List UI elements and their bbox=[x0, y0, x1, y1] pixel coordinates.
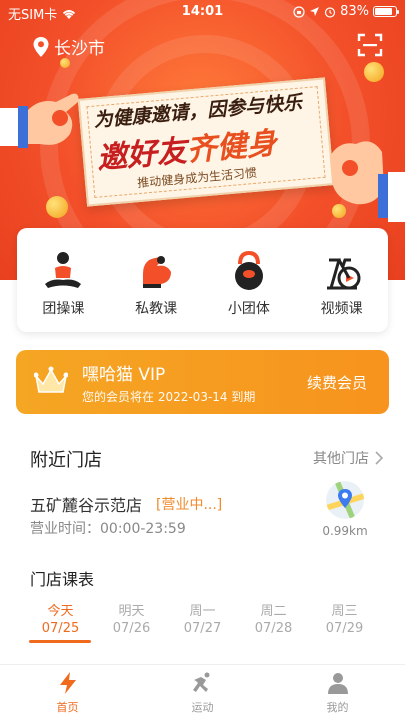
promo-slogan-part2: 齐健身 bbox=[185, 125, 278, 169]
right-hand-illustration bbox=[330, 141, 405, 222]
bottom-tab-bar: 首页 运动 我的 bbox=[0, 664, 405, 720]
date-tab-date: 07/25 bbox=[41, 621, 80, 636]
city-selector[interactable]: 长沙市 bbox=[32, 34, 105, 59]
date-tab-day: 周二 bbox=[260, 604, 287, 619]
city-label: 长沙市 bbox=[54, 39, 105, 59]
date-tab-day: 周三 bbox=[331, 604, 358, 619]
date-tab-date: 07/28 bbox=[254, 621, 293, 636]
date-tab-tuesday[interactable]: 周二 07/28 bbox=[238, 603, 309, 637]
date-tab-date: 07/29 bbox=[325, 621, 364, 636]
coin-decoration bbox=[46, 196, 68, 218]
other-stores-label: 其他门店 bbox=[313, 451, 369, 467]
orientation-lock-icon bbox=[293, 5, 305, 18]
coin-decoration bbox=[60, 58, 70, 68]
vip-title: 嘿哈猫 VIP bbox=[82, 365, 166, 385]
tab-label: 运动 bbox=[191, 700, 214, 714]
store-distance: 0.99km bbox=[322, 524, 368, 538]
date-tab-wednesday[interactable]: 周三 07/29 bbox=[309, 603, 380, 637]
tab-home[interactable]: 首页 bbox=[0, 665, 135, 720]
person-icon bbox=[327, 672, 348, 694]
category-small-group[interactable]: 小团体 bbox=[203, 228, 296, 332]
active-date-indicator bbox=[29, 640, 91, 643]
date-tab-date: 07/26 bbox=[112, 621, 151, 636]
status-bar: 无SIM卡 14:01 83% bbox=[0, 0, 405, 24]
tab-mine[interactable]: 我的 bbox=[270, 665, 405, 720]
category-group-class[interactable]: 团操课 bbox=[17, 228, 110, 332]
kettlebell-icon bbox=[234, 250, 263, 290]
other-stores-link[interactable]: 其他门店 bbox=[313, 448, 383, 468]
date-tab-today[interactable]: 今天 07/25 bbox=[25, 603, 96, 637]
tab-label: 我的 bbox=[326, 700, 349, 714]
nearby-stores-title: 附近门店 bbox=[30, 450, 102, 471]
battery-icon bbox=[373, 6, 399, 17]
date-tab-day: 周一 bbox=[189, 604, 216, 619]
category-label: 小团体 bbox=[227, 301, 270, 317]
store-schedule-title: 门店课表 bbox=[30, 570, 95, 589]
left-hand-illustration bbox=[0, 93, 79, 148]
promo-ticket: 为健康邀请，因参与快乐 邀好友齐健身 推动健身成为生活习惯 bbox=[77, 77, 335, 207]
chevron-right-icon bbox=[375, 451, 383, 465]
date-tab-date: 07/27 bbox=[183, 621, 222, 636]
date-tabs: 今天 07/25 明天 07/26 周一 07/27 周二 07/28 周三 0… bbox=[25, 603, 380, 637]
crown-icon bbox=[34, 366, 68, 393]
running-icon bbox=[192, 672, 209, 692]
store-status: [营业中...] bbox=[156, 497, 223, 513]
tab-sport[interactable]: 运动 bbox=[135, 665, 270, 720]
coin-decoration bbox=[364, 62, 384, 82]
category-card: 团操课 私教课 小团体 视频课 bbox=[17, 228, 388, 332]
date-tab-tomorrow[interactable]: 明天 07/26 bbox=[96, 603, 167, 637]
vip-expiry: 您的会员将在 2022-03-14 到期 bbox=[82, 390, 256, 404]
date-tab-day: 今天 bbox=[47, 604, 74, 619]
category-personal-training[interactable]: 私教课 bbox=[110, 228, 203, 332]
spin-bike-icon bbox=[326, 258, 361, 290]
vip-banner[interactable]: 嘿哈猫 VIP 您的会员将在 2022-03-14 到期 续费会员 bbox=[16, 350, 389, 414]
category-label: 视频课 bbox=[320, 301, 363, 317]
renew-membership-button[interactable]: 续费会员 bbox=[307, 372, 367, 393]
category-label: 团操课 bbox=[42, 301, 85, 317]
category-label: 私教课 bbox=[135, 301, 178, 317]
store-name[interactable]: 五矿麓谷示范店 bbox=[30, 492, 142, 516]
battery-percent: 83% bbox=[340, 4, 369, 19]
tab-label: 首页 bbox=[56, 700, 79, 714]
yoga-icon bbox=[45, 252, 82, 288]
category-video-class[interactable]: 视频课 bbox=[295, 228, 388, 332]
lightning-icon bbox=[59, 671, 76, 694]
location-arrow-icon bbox=[310, 7, 320, 16]
location-pin-icon bbox=[33, 36, 49, 57]
date-tab-monday[interactable]: 周一 07/27 bbox=[167, 603, 238, 637]
scan-icon[interactable] bbox=[357, 32, 383, 58]
store-hours: 营业时间：00:00-23:59 bbox=[30, 521, 186, 537]
alarm-icon bbox=[324, 6, 336, 18]
battery-fill bbox=[375, 8, 392, 15]
muscle-arm-icon bbox=[143, 256, 172, 288]
date-tab-day: 明天 bbox=[118, 604, 145, 619]
map-navigation-icon[interactable] bbox=[326, 481, 364, 519]
